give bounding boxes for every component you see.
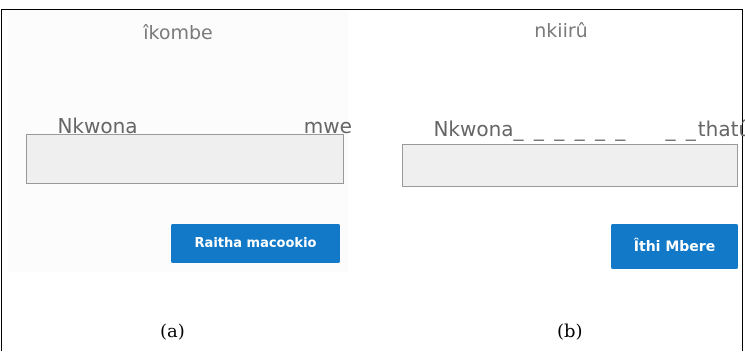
blank-long: _ _ _ _ _ _ xyxy=(513,117,628,141)
check-answers-button[interactable]: Raitha macookio xyxy=(171,224,340,263)
panel-b: nkiirû Nkwona_ _ _ _ _ _ _ _thatû. Îthi … xyxy=(380,10,745,272)
caption-a: (a) xyxy=(160,321,185,342)
answer-input[interactable] xyxy=(402,144,738,187)
prompt-word: îkombe xyxy=(143,22,213,44)
caption-b: (b) xyxy=(557,321,583,342)
panel-a: îkombe Nkwona_ _ _ _ _ _ _ _mwe Raitha m… xyxy=(8,10,352,272)
blank-short: _ _ xyxy=(665,117,698,141)
next-button[interactable]: Îthi Mbere xyxy=(611,224,738,269)
answer-input[interactable] xyxy=(26,134,344,184)
sentence-suffix: thatû. xyxy=(697,117,745,141)
prompt-word: nkiirû xyxy=(534,20,588,42)
sentence-prefix: Nkwona xyxy=(433,117,514,141)
